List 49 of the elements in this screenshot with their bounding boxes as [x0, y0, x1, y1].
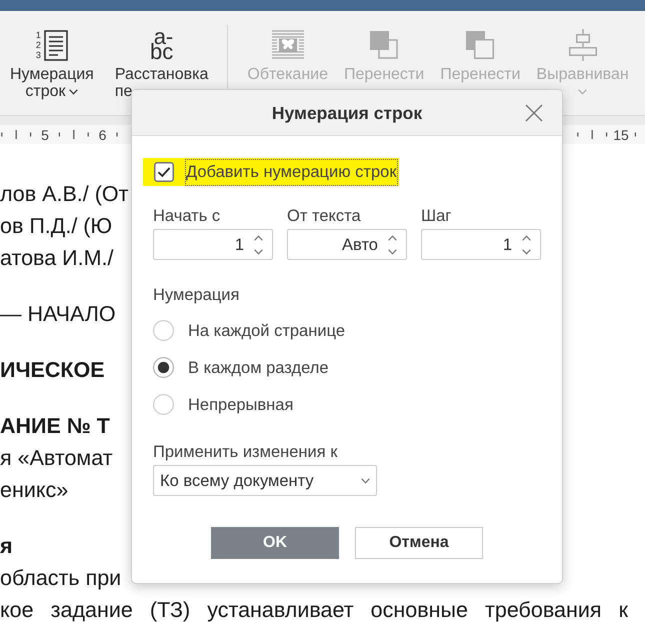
toolbar-button[interactable]: 1 2 3 Нумерация строк: [2, 28, 102, 100]
ruler-number: 6: [98, 126, 106, 142]
document-heading: АНИЕ № Т: [0, 416, 110, 436]
chevron-down-icon[interactable]: [388, 248, 397, 254]
field-label: Применить изменения к: [153, 443, 338, 461]
chevron-up-icon[interactable]: [522, 234, 531, 240]
document-text: еникс»: [0, 480, 68, 500]
number-field[interactable]: Авто: [287, 229, 407, 260]
document-text: лов А.В./ (От: [0, 184, 128, 204]
chevron-down-icon[interactable]: [522, 248, 531, 254]
ruler-number: 15: [613, 126, 629, 142]
field-label: От текста: [287, 207, 361, 225]
dropdown[interactable]: Ко всему документу: [153, 465, 377, 496]
align-center-icon: [568, 29, 598, 61]
chevron-up-icon[interactable]: [388, 234, 397, 240]
checkbox[interactable]: Добавить нумерацию строк: [143, 158, 399, 186]
radio-option[interactable]: Непрерывная: [153, 394, 346, 415]
checkbox-icon[interactable]: [154, 162, 174, 182]
field-label: Начать с: [153, 207, 220, 225]
group-label: Нумерация: [153, 286, 240, 304]
radio-icon[interactable]: [153, 394, 174, 415]
chevron-up-icon[interactable]: [254, 234, 263, 240]
document-text: область при: [0, 568, 122, 588]
butterfly-lines-icon: [270, 29, 306, 61]
ruler-number: 5: [41, 126, 49, 142]
overlapping-squares-icon: [465, 30, 496, 60]
document-heading: ИЧЕСКОЕ: [0, 360, 105, 380]
chevron-down-icon[interactable]: [361, 478, 370, 484]
cancel-button[interactable]: Отмена: [355, 527, 483, 559]
document-text: — НАЧАЛО: [0, 304, 116, 324]
radio-option[interactable]: На каждой странице: [153, 320, 346, 341]
toolbar-button[interactable]: a- bc Расстановка пе: [106, 28, 216, 100]
document-text: я «Автомат: [0, 448, 113, 468]
document-text: ов П.Д./ (Ю: [0, 216, 112, 236]
radio-icon[interactable]: [153, 320, 174, 341]
document-text: атова И.М./: [0, 248, 114, 268]
document-heading: я: [0, 536, 13, 556]
radio-option[interactable]: В каждом разделе: [153, 357, 346, 378]
close-icon[interactable]: [525, 104, 543, 122]
chevron-down-icon[interactable]: [254, 248, 263, 254]
dialog-title: Нумерация строк: [272, 102, 422, 122]
document-text: кое задание (ТЗ) устанавливает основные требования к: [0, 600, 628, 620]
letters-icon: a- bc: [150, 27, 174, 63]
number-field[interactable]: 1: [153, 229, 273, 260]
field-label: Шаг: [421, 207, 452, 225]
overlapping-squares-icon: [369, 30, 400, 60]
ok-button[interactable]: OK: [211, 527, 339, 559]
number-field[interactable]: 1: [421, 229, 541, 260]
radio-icon[interactable]: [153, 357, 174, 378]
